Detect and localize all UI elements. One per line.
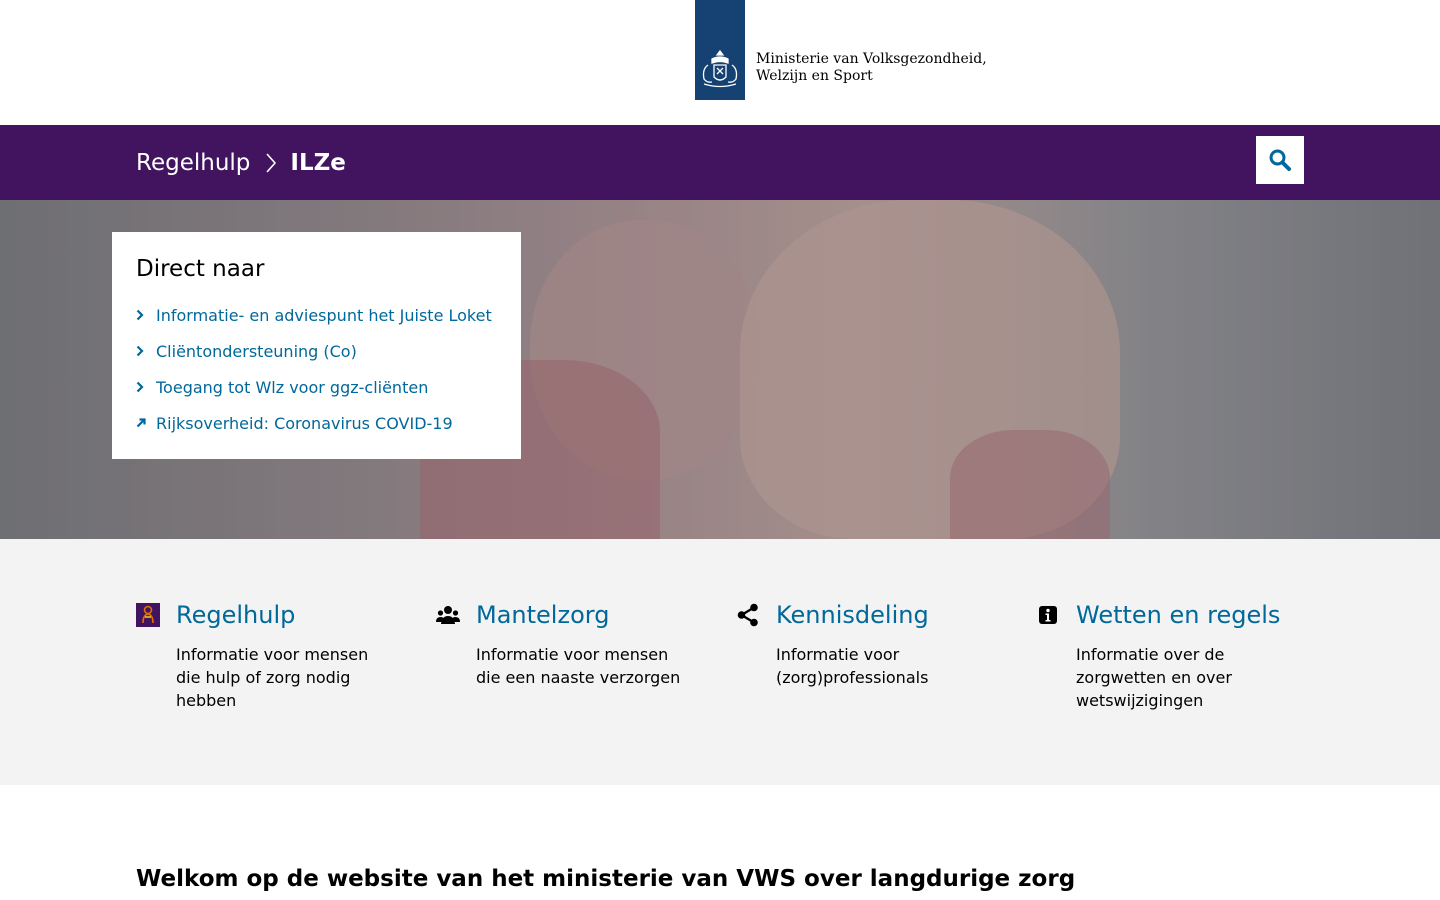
chevron-right-icon xyxy=(266,152,277,173)
royal-crest-icon xyxy=(702,49,738,88)
ministry-name[interactable]: Ministerie van Volksgezondheid, Welzijn … xyxy=(756,51,987,85)
direct-naar-list: Informatie- en adviespunt het Juiste Lok… xyxy=(136,297,497,441)
share-icon xyxy=(736,603,760,627)
direct-link-juiste-loket[interactable]: Informatie- en adviespunt het Juiste Lok… xyxy=(156,306,492,325)
regelhulp-icon xyxy=(136,603,160,627)
direct-link-wlz-ggz[interactable]: Toegang tot Wlz voor ggz-cliënten xyxy=(156,378,428,397)
site-header: Ministerie van Volksgezondheid, Welzijn … xyxy=(0,0,1440,125)
categories-section: Regelhulp Informatie voor mensen die hul… xyxy=(0,539,1440,785)
category-title[interactable]: Kennisdeling xyxy=(776,601,929,629)
people-icon xyxy=(436,603,460,627)
direct-link-item[interactable]: Rijksoverheid: Coronavirus COVID-19 xyxy=(136,405,497,441)
external-link-icon xyxy=(136,415,156,431)
direct-link-item[interactable]: Cliëntondersteuning (Co) xyxy=(136,333,497,369)
breadcrumb: Regelhulp ILZe xyxy=(136,125,346,200)
breadcrumb-home-link[interactable]: Regelhulp xyxy=(136,150,250,176)
direct-naar-panel: Direct naar Informatie- en adviespunt he… xyxy=(112,232,521,459)
breadcrumb-current: ILZe xyxy=(290,149,346,176)
chevron-right-icon xyxy=(136,307,156,323)
chevron-right-icon xyxy=(136,379,156,395)
search-icon xyxy=(1269,149,1291,171)
category-description: Informatie over de zorgwetten en over we… xyxy=(1076,645,1232,710)
category-title[interactable]: Regelhulp xyxy=(176,601,295,629)
ministry-name-line2: Welzijn en Sport xyxy=(756,68,873,84)
logo[interactable] xyxy=(695,0,745,100)
chevron-right-icon xyxy=(136,343,156,359)
welcome-heading: Welkom op de website van het ministerie … xyxy=(136,866,1076,892)
category-title[interactable]: Wetten en regels xyxy=(1076,601,1280,629)
direct-link-item[interactable]: Toegang tot Wlz voor ggz-cliënten xyxy=(136,369,497,405)
search-button[interactable] xyxy=(1256,136,1304,184)
direct-link-item[interactable]: Informatie- en adviespunt het Juiste Lok… xyxy=(136,297,497,333)
direct-naar-title: Direct naar xyxy=(136,256,265,282)
direct-link-coronavirus[interactable]: Rijksoverheid: Coronavirus COVID-19 xyxy=(156,414,453,433)
category-description: Informatie voor mensen die hulp of zorg … xyxy=(176,645,369,710)
category-description: Informatie voor (zorg)professionals xyxy=(776,645,929,687)
navigation-bar: Regelhulp ILZe xyxy=(0,125,1440,200)
category-description: Informatie voor mensen die een naaste ve… xyxy=(476,645,681,687)
direct-link-clientondersteuning[interactable]: Cliëntondersteuning (Co) xyxy=(156,342,357,361)
ministry-name-line1: Ministerie van Volksgezondheid, xyxy=(756,51,987,67)
category-title[interactable]: Mantelzorg xyxy=(476,601,609,629)
info-icon xyxy=(1036,603,1060,627)
